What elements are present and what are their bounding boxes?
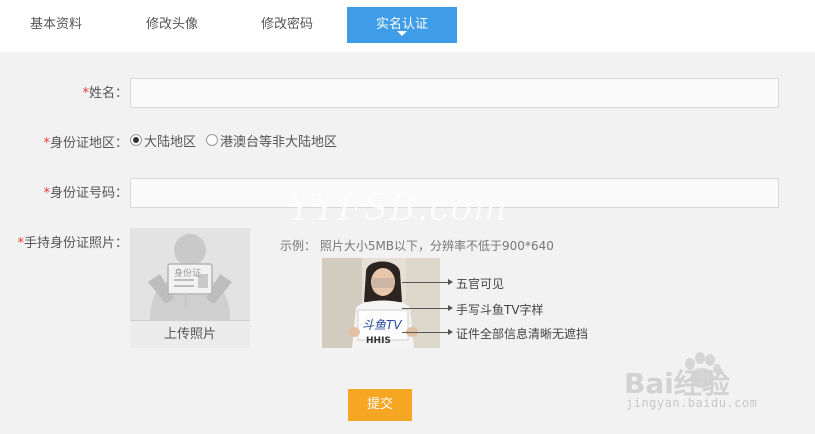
radio-checked-icon[interactable]: [130, 134, 142, 146]
label-text: 手持身份证照片：: [23, 236, 128, 251]
name-input[interactable]: [130, 78, 779, 108]
sample-person-image: [322, 258, 440, 348]
label-text: 身份证地区：: [49, 136, 128, 151]
arrow-icon: [402, 279, 453, 285]
photo-field-label: *手持身份证照片：: [0, 232, 128, 251]
tab-label: 实名认证: [375, 17, 428, 32]
sample-card-text: 斗鱼TV: [362, 318, 402, 332]
submit-button[interactable]: 提交: [348, 389, 412, 421]
photo-requirement-hint: 示例： 照片大小5MB以下，分辨率不低于900*640: [280, 239, 554, 253]
chevron-down-icon: [397, 31, 407, 36]
region-option-mainland[interactable]: 大陆地区: [144, 131, 196, 150]
callout-card-info-clear: 证件全部信息清晰无遮挡: [456, 327, 589, 341]
tab-label: 基本资料: [29, 17, 82, 32]
tab-basic-info[interactable]: 基本资料: [0, 7, 112, 43]
tab-label: 修改密码: [260, 17, 313, 32]
sample-shirt-text: HHIS: [366, 336, 391, 346]
arrow-icon: [402, 329, 453, 335]
tab-change-avatar[interactable]: 修改头像: [117, 7, 227, 43]
tab-label: 修改头像: [145, 17, 198, 32]
tab-realname-verification[interactable]: 实名认证: [347, 7, 457, 43]
region-option-hk-macau-taiwan[interactable]: 港澳台等非大陆地区: [220, 131, 337, 150]
tab-bar: 基本资料 修改头像 修改密码 实名认证: [0, 0, 815, 50]
callout-handwritten-text: 手写斗鱼TV字样: [456, 303, 544, 317]
radio-unchecked-icon[interactable]: [206, 134, 219, 146]
id-number-field-label: *身份证号码：: [0, 182, 128, 201]
label-text: 姓名：: [88, 86, 128, 101]
name-field-label: *姓名：: [40, 82, 128, 101]
region-field-label: *身份证地区：: [0, 132, 128, 151]
site-watermark: YYFSB.com: [288, 188, 509, 229]
photo-upload-area[interactable]: 身份证 上传照片: [130, 228, 250, 348]
sample-photo: 斗鱼TV HHIS: [322, 258, 440, 348]
region-radio-group: 大陆地区 港澳台等非大陆地区: [130, 131, 347, 150]
id-card-label: 身份证: [174, 269, 202, 279]
arrow-icon: [402, 305, 453, 311]
upload-photo-button[interactable]: 上传照片: [130, 320, 250, 348]
tab-change-password[interactable]: 修改密码: [232, 7, 342, 43]
label-text: 身份证号码：: [49, 186, 128, 201]
callout-face-visible: 五官可见: [456, 277, 505, 291]
baidu-url-watermark: jingyan.baidu.com: [626, 396, 758, 410]
